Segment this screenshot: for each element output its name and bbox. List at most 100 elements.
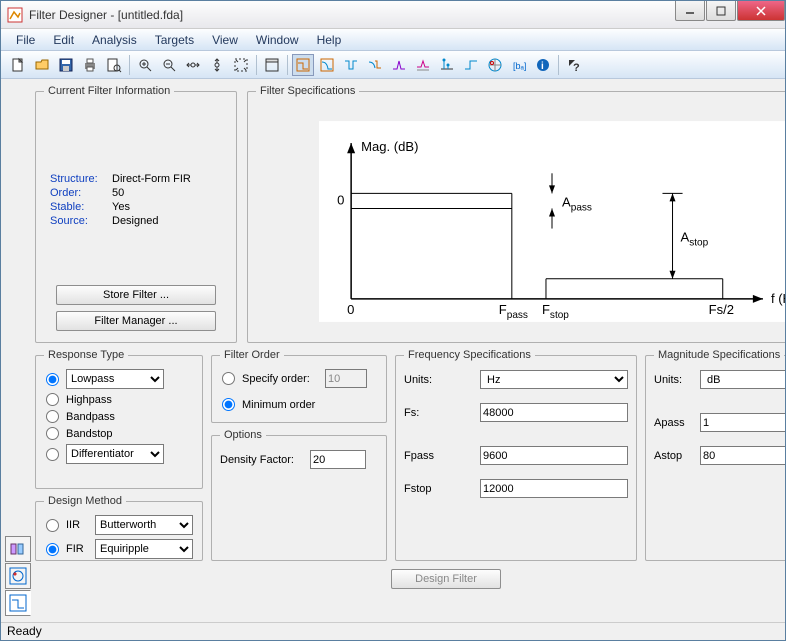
highpass-radio[interactable]	[46, 393, 59, 406]
freq-units-select[interactable]: Hz	[480, 370, 628, 389]
menubar: File Edit Analysis Targets View Window H…	[1, 29, 785, 51]
filter-spec-group: Filter Specifications Mag. (dB) f (Hz)	[247, 85, 785, 343]
save-icon[interactable]	[55, 54, 77, 76]
print-preview-icon[interactable]	[103, 54, 125, 76]
menu-analysis[interactable]: Analysis	[83, 31, 146, 49]
specify-order-radio[interactable]	[222, 372, 235, 385]
fpass-label: Fpass	[404, 450, 476, 462]
apass-label: Apass	[654, 417, 696, 429]
menu-edit[interactable]: Edit	[44, 31, 83, 49]
maximize-button[interactable]	[706, 1, 736, 21]
highpass-label: Highpass	[66, 394, 112, 406]
svg-text:?: ?	[573, 62, 580, 73]
specify-order-input[interactable]	[325, 369, 367, 388]
new-icon[interactable]	[7, 54, 29, 76]
bandpass-radio[interactable]	[46, 410, 59, 423]
other-select[interactable]: Differentiator	[66, 444, 164, 464]
menu-view[interactable]: View	[203, 31, 247, 49]
side-tab-polezero[interactable]	[5, 563, 31, 589]
fs-input[interactable]	[480, 403, 628, 422]
phase-delay-icon[interactable]	[412, 54, 434, 76]
iir-radio[interactable]	[46, 519, 59, 532]
store-filter-button[interactable]: Store Filter ...	[56, 285, 216, 305]
window-title: Filter Designer - [untitled.fda]	[29, 8, 674, 22]
current-filter-group: Current Filter Information Structure:Dir…	[35, 85, 237, 343]
full-view-icon[interactable]	[261, 54, 283, 76]
design-method-group: Design Method IIRButterworth FIREquiripp…	[35, 495, 203, 561]
filter-spec-icon[interactable]	[292, 54, 314, 76]
apass-input[interactable]	[700, 413, 785, 432]
frequency-spec-group: Frequency Specifications Units:Hz Fs: Fp…	[395, 349, 637, 561]
frequency-spec-legend: Frequency Specifications	[404, 349, 535, 361]
step-icon[interactable]	[460, 54, 482, 76]
menu-help[interactable]: Help	[308, 31, 351, 49]
polezero-icon[interactable]	[484, 54, 506, 76]
bandstop-radio[interactable]	[46, 427, 59, 440]
open-icon[interactable]	[31, 54, 53, 76]
iir-select[interactable]: Butterworth	[95, 515, 193, 535]
fstop-input[interactable]	[480, 479, 628, 498]
window-controls	[674, 1, 785, 28]
filter-manager-button[interactable]: Filter Manager ...	[56, 311, 216, 331]
toolbar-separator	[558, 55, 559, 75]
design-method-legend: Design Method	[44, 495, 126, 507]
zoom-out-icon[interactable]	[158, 54, 180, 76]
zoom-in-icon[interactable]	[134, 54, 156, 76]
zoom-y-icon[interactable]	[206, 54, 228, 76]
mag-phase-icon[interactable]	[364, 54, 386, 76]
side-tab-realize[interactable]	[5, 536, 31, 562]
astop-input[interactable]	[700, 446, 785, 465]
magnitude-icon[interactable]	[316, 54, 338, 76]
impulse-icon[interactable]	[436, 54, 458, 76]
fir-label: FIR	[66, 543, 90, 555]
order-value: 50	[112, 187, 124, 199]
menu-file[interactable]: File	[7, 31, 44, 49]
zoom-x-icon[interactable]	[182, 54, 204, 76]
menu-window[interactable]: Window	[247, 31, 308, 49]
zoom-fit-icon[interactable]	[230, 54, 252, 76]
source-label: Source:	[50, 215, 112, 227]
response-type-legend: Response Type	[44, 349, 128, 361]
filter-spec-legend: Filter Specifications	[256, 85, 359, 97]
source-value: Designed	[112, 215, 158, 227]
svg-text:[bₐ]: [bₐ]	[513, 61, 526, 71]
current-filter-legend: Current Filter Information	[44, 85, 174, 97]
other-radio[interactable]	[46, 448, 59, 461]
density-input[interactable]	[310, 450, 366, 469]
bottom-row: Response Type Lowpass Highpass Bandpass …	[35, 349, 785, 561]
lowpass-radio[interactable]	[46, 373, 59, 386]
mag-units-select[interactable]: dB	[700, 370, 785, 389]
svg-text:Mag. (dB): Mag. (dB)	[361, 139, 418, 154]
structure-value: Direct-Form FIR	[112, 173, 191, 185]
menu-targets[interactable]: Targets	[146, 31, 203, 49]
side-tabs	[5, 85, 31, 618]
info-icon[interactable]: i	[532, 54, 554, 76]
svg-text:i: i	[541, 61, 544, 72]
fpass-input[interactable]	[480, 446, 628, 465]
titlebar[interactable]: Filter Designer - [untitled.fda]	[1, 1, 785, 29]
context-help-icon[interactable]: ?	[563, 54, 585, 76]
density-label: Density Factor:	[220, 454, 306, 466]
bandpass-label: Bandpass	[66, 411, 115, 423]
filter-order-group: Filter Order Specify order: Minimum orde…	[211, 349, 387, 423]
toolbar-separator	[256, 55, 257, 75]
stable-value: Yes	[112, 201, 130, 213]
design-filter-button[interactable]: Design Filter	[391, 569, 501, 589]
minimize-button[interactable]	[675, 1, 705, 21]
minimum-order-radio[interactable]	[222, 398, 235, 411]
status-text: Ready	[7, 624, 42, 638]
side-tab-design[interactable]	[5, 590, 31, 616]
fir-select[interactable]: Equiripple	[95, 539, 193, 559]
toolbar-separator	[287, 55, 288, 75]
print-icon[interactable]	[79, 54, 101, 76]
app-window: Filter Designer - [untitled.fda] File Ed…	[0, 0, 786, 641]
lowpass-select[interactable]: Lowpass	[66, 369, 164, 389]
group-delay-icon[interactable]	[388, 54, 410, 76]
fir-radio[interactable]	[46, 543, 59, 556]
filter-info: Structure:Direct-Form FIR Order:50 Stabl…	[50, 173, 222, 229]
phase-icon[interactable]	[340, 54, 362, 76]
structure-label: Structure:	[50, 173, 112, 185]
coefficients-icon[interactable]: [bₐ]	[508, 54, 530, 76]
main-panel: Current Filter Information Structure:Dir…	[35, 85, 785, 618]
close-button[interactable]	[737, 1, 785, 21]
